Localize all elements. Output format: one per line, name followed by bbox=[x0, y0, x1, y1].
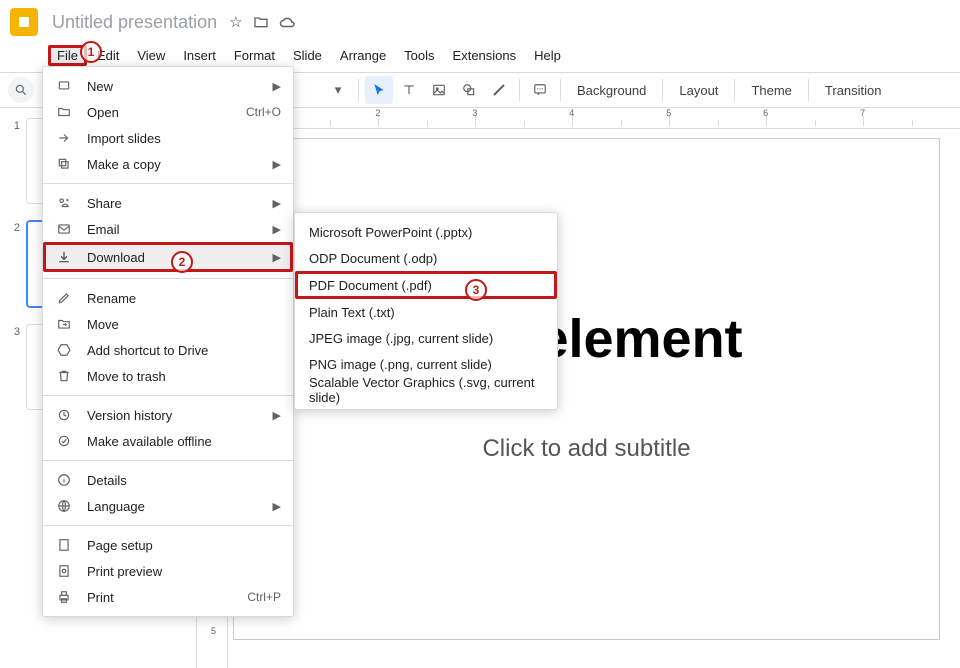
menu-share[interactable]: Share ▶ bbox=[43, 190, 293, 216]
import-icon bbox=[55, 129, 73, 147]
folder-open-icon bbox=[55, 103, 73, 121]
download-submenu: Microsoft PowerPoint (.pptx) ODP Documen… bbox=[294, 212, 558, 410]
menu-email[interactable]: Email ▶ bbox=[43, 216, 293, 242]
print-preview-icon bbox=[55, 562, 73, 580]
horizontal-ruler: 1 2 3 4 5 6 7 bbox=[233, 108, 960, 129]
zoom-dropdown-icon[interactable]: ▾ bbox=[324, 76, 352, 104]
menu-print[interactable]: Print Ctrl+P bbox=[43, 584, 293, 610]
chevron-right-icon: ▶ bbox=[273, 500, 281, 513]
menu-add-shortcut[interactable]: Add shortcut to Drive bbox=[43, 337, 293, 363]
file-menu-dropdown: New ▶ Open Ctrl+O Import slides Make a c… bbox=[42, 66, 294, 617]
menu-insert[interactable]: Insert bbox=[175, 46, 224, 65]
menu-language[interactable]: Language ▶ bbox=[43, 493, 293, 519]
menu-view[interactable]: View bbox=[129, 46, 173, 65]
menu-format[interactable]: Format bbox=[226, 46, 283, 65]
copy-icon bbox=[55, 155, 73, 173]
line-tool-icon[interactable] bbox=[485, 76, 513, 104]
menu-details[interactable]: Details bbox=[43, 467, 293, 493]
menu-tools[interactable]: Tools bbox=[396, 46, 442, 65]
chevron-right-icon: ▶ bbox=[273, 251, 281, 264]
rename-icon bbox=[55, 289, 73, 307]
menu-page-setup[interactable]: Page setup bbox=[43, 532, 293, 558]
background-button[interactable]: Background bbox=[567, 76, 656, 104]
share-icon bbox=[55, 194, 73, 212]
callout-1: 1 bbox=[80, 41, 102, 63]
theme-button[interactable]: Theme bbox=[741, 76, 801, 104]
new-icon bbox=[55, 77, 73, 95]
textbox-tool-icon[interactable] bbox=[395, 76, 423, 104]
slide-number: 2 bbox=[6, 222, 20, 234]
chevron-right-icon: ▶ bbox=[273, 409, 281, 422]
star-icon[interactable]: ☆ bbox=[229, 13, 242, 31]
transition-button[interactable]: Transition bbox=[815, 76, 892, 104]
download-pdf[interactable]: PDF Document (.pdf) bbox=[295, 271, 557, 299]
menu-import-slides[interactable]: Import slides bbox=[43, 125, 293, 151]
search-icon[interactable] bbox=[8, 77, 34, 103]
menu-new[interactable]: New ▶ bbox=[43, 73, 293, 99]
image-tool-icon[interactable] bbox=[425, 76, 453, 104]
download-icon bbox=[55, 248, 73, 266]
download-jpeg[interactable]: JPEG image (.jpg, current slide) bbox=[295, 325, 557, 351]
callout-3: 3 bbox=[465, 279, 487, 301]
trash-icon bbox=[55, 367, 73, 385]
email-icon bbox=[55, 220, 73, 238]
cloud-status-icon[interactable] bbox=[279, 15, 297, 29]
download-odp[interactable]: ODP Document (.odp) bbox=[295, 245, 557, 271]
menu-download[interactable]: Download ▶ bbox=[43, 242, 293, 272]
download-svg[interactable]: Scalable Vector Graphics (.svg, current … bbox=[295, 377, 557, 403]
menu-move-to-trash[interactable]: Move to trash bbox=[43, 363, 293, 389]
slide-number: 3 bbox=[6, 326, 20, 338]
slide-number: 1 bbox=[6, 120, 20, 132]
chevron-right-icon: ▶ bbox=[273, 80, 281, 93]
menu-print-preview[interactable]: Print preview bbox=[43, 558, 293, 584]
download-txt[interactable]: Plain Text (.txt) bbox=[295, 299, 557, 325]
google-slides-logo[interactable] bbox=[10, 8, 38, 36]
drive-shortcut-icon bbox=[55, 341, 73, 359]
menu-move[interactable]: Move bbox=[43, 311, 293, 337]
move-to-folder-icon[interactable] bbox=[253, 14, 269, 30]
shape-tool-icon[interactable] bbox=[455, 76, 483, 104]
chevron-right-icon: ▶ bbox=[273, 197, 281, 210]
menu-arrange[interactable]: Arrange bbox=[332, 46, 394, 65]
doc-title[interactable]: Untitled presentation bbox=[48, 10, 221, 35]
print-icon bbox=[55, 588, 73, 606]
globe-icon bbox=[55, 497, 73, 515]
offline-icon bbox=[55, 432, 73, 450]
select-tool-icon[interactable] bbox=[365, 76, 393, 104]
chevron-right-icon: ▶ bbox=[273, 158, 281, 171]
page-setup-icon bbox=[55, 536, 73, 554]
comment-icon[interactable] bbox=[526, 76, 554, 104]
menu-make-available-offline[interactable]: Make available offline bbox=[43, 428, 293, 454]
layout-button[interactable]: Layout bbox=[669, 76, 728, 104]
menu-version-history[interactable]: Version history ▶ bbox=[43, 402, 293, 428]
download-png[interactable]: PNG image (.png, current slide) bbox=[295, 351, 557, 377]
chevron-right-icon: ▶ bbox=[273, 223, 281, 236]
menu-slide[interactable]: Slide bbox=[285, 46, 330, 65]
callout-2: 2 bbox=[171, 251, 193, 273]
slide-subtitle-placeholder[interactable]: Click to add subtitle bbox=[482, 435, 690, 463]
menu-help[interactable]: Help bbox=[526, 46, 569, 65]
menu-extensions[interactable]: Extensions bbox=[445, 46, 525, 65]
menu-make-copy[interactable]: Make a copy ▶ bbox=[43, 151, 293, 177]
move-icon bbox=[55, 315, 73, 333]
history-icon bbox=[55, 406, 73, 424]
download-pptx[interactable]: Microsoft PowerPoint (.pptx) bbox=[295, 219, 557, 245]
menu-open[interactable]: Open Ctrl+O bbox=[43, 99, 293, 125]
info-icon bbox=[55, 471, 73, 489]
menu-rename[interactable]: Rename bbox=[43, 285, 293, 311]
